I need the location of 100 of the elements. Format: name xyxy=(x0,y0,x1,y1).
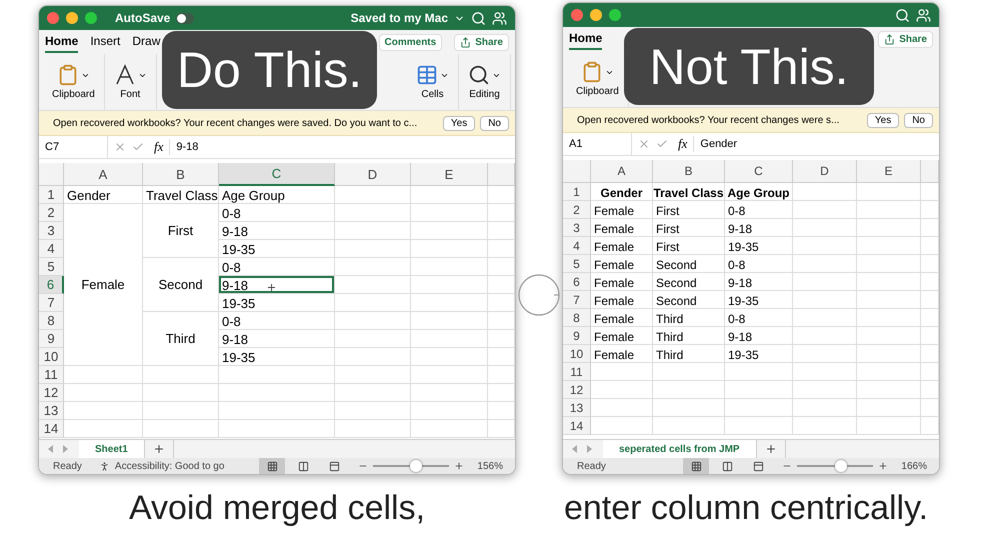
ribbon-tab[interactable]: Draw xyxy=(132,31,160,53)
message-text: Open recovered workbooks? Your recent changes were s... xyxy=(577,114,840,126)
zoom-icon[interactable] xyxy=(85,12,97,24)
table-cell xyxy=(857,201,921,219)
ribbon-group-label[interactable]: Cells xyxy=(421,89,444,100)
column-header[interactable]: A xyxy=(64,163,143,186)
caption-text: enter column centrically. xyxy=(562,488,930,529)
ribbon-tab[interactable]: Insert xyxy=(90,31,120,53)
message-button[interactable]: No xyxy=(904,112,933,128)
row-header[interactable]: 9 xyxy=(563,327,591,345)
table-cell xyxy=(725,417,793,435)
row-header[interactable]: 3 xyxy=(563,219,591,237)
column-header[interactable]: E xyxy=(411,163,488,186)
share-button[interactable]: Share xyxy=(878,30,933,48)
minimize-icon[interactable] xyxy=(590,9,602,21)
search-icon[interactable] xyxy=(471,10,486,26)
row-header[interactable]: 11 xyxy=(39,366,64,384)
column-header[interactable]: A xyxy=(591,160,653,183)
name-box[interactable]: C7 xyxy=(39,136,108,158)
table-cell xyxy=(921,417,939,435)
row-header[interactable]: 5 xyxy=(563,255,591,273)
zoom-in-icon[interactable] xyxy=(878,461,888,471)
row-header[interactable]: 12 xyxy=(563,381,591,399)
ribbon-group-label[interactable]: Editing xyxy=(469,89,500,100)
row-header[interactable]: 13 xyxy=(39,402,64,420)
row-header[interactable]: 13 xyxy=(563,399,591,417)
page-icon xyxy=(752,460,764,472)
row-header[interactable]: 14 xyxy=(39,420,64,438)
column-header[interactable]: D xyxy=(793,160,857,183)
row-header[interactable]: 6 xyxy=(563,273,591,291)
column-header[interactable]: E xyxy=(857,160,921,183)
table-cell xyxy=(488,420,515,438)
zoom-in-icon[interactable] xyxy=(454,461,464,471)
table-cell xyxy=(793,399,857,417)
comments-button[interactable]: Comments xyxy=(378,34,442,50)
row-header[interactable]: 3 xyxy=(39,222,64,240)
status-text: Ready xyxy=(53,460,82,472)
letter-icon xyxy=(114,64,136,86)
zoom-icon[interactable] xyxy=(609,9,621,21)
message-button[interactable]: No xyxy=(480,116,509,130)
row-header[interactable]: 2 xyxy=(39,204,64,222)
formula-field[interactable]: Gender xyxy=(694,138,939,150)
column-header[interactable]: C xyxy=(725,160,793,183)
row-header[interactable]: 7 xyxy=(39,294,64,312)
table-cell xyxy=(921,237,939,255)
row-header[interactable]: 2 xyxy=(563,201,591,219)
column-header[interactable]: D xyxy=(335,163,411,186)
row-header[interactable]: 10 xyxy=(563,345,591,363)
function-label[interactable]: fx xyxy=(148,139,170,155)
table-cell xyxy=(921,255,939,273)
row-header[interactable]: 8 xyxy=(563,309,591,327)
people-icon[interactable] xyxy=(916,8,931,22)
ribbon-group-label[interactable]: Clipboard xyxy=(576,86,619,97)
row-header[interactable]: 10 xyxy=(39,348,64,366)
sheet-tab[interactable]: Sheet1 xyxy=(79,440,145,458)
accessibility-status[interactable]: Accessibility: Good to go xyxy=(114,460,224,472)
column-header[interactable]: C xyxy=(219,163,335,186)
row-header[interactable]: 1 xyxy=(563,183,591,201)
table-cell xyxy=(488,204,515,222)
table-cell xyxy=(921,345,939,363)
row-header[interactable]: 8 xyxy=(39,312,64,330)
table-cell xyxy=(921,291,939,309)
search-icon[interactable] xyxy=(895,8,910,22)
table-cell xyxy=(793,363,857,381)
row-header[interactable]: 14 xyxy=(563,417,591,435)
ribbon-group-label[interactable]: Clipboard xyxy=(52,89,95,100)
table-cell xyxy=(488,294,515,312)
row-header[interactable]: 4 xyxy=(39,240,64,258)
table-cell xyxy=(488,384,515,402)
message-button[interactable]: Yes xyxy=(442,116,476,130)
share-icon xyxy=(460,36,472,48)
slider-thumb[interactable] xyxy=(410,460,422,472)
normal-view-button[interactable] xyxy=(683,458,710,474)
message-button[interactable]: Yes xyxy=(866,112,900,128)
row-header[interactable]: 11 xyxy=(563,363,591,381)
row-header[interactable]: 5 xyxy=(39,258,64,276)
sheet-tab[interactable]: seperated cells from JMP xyxy=(603,440,757,458)
row-header[interactable]: 12 xyxy=(39,384,64,402)
table-cell xyxy=(488,222,515,240)
row-header[interactable]: 4 xyxy=(563,237,591,255)
ribbon-group-label[interactable]: Font xyxy=(120,89,140,100)
function-label[interactable]: fx xyxy=(672,136,694,152)
autosave-toggle[interactable] xyxy=(176,12,194,24)
column-header[interactable]: B xyxy=(653,160,725,183)
normal-view-button[interactable] xyxy=(259,458,286,474)
people-icon[interactable] xyxy=(492,10,507,26)
slider-thumb[interactable] xyxy=(834,460,847,472)
table-cell xyxy=(921,273,939,291)
share-button[interactable]: Share xyxy=(454,34,509,50)
row-header[interactable]: 1 xyxy=(39,186,64,204)
column-header[interactable]: B xyxy=(143,163,219,186)
table-cell xyxy=(488,240,515,258)
row-header[interactable]: 7 xyxy=(563,291,591,309)
name-box[interactable]: A1 xyxy=(563,133,632,155)
minimize-icon[interactable] xyxy=(66,12,78,24)
table-cell xyxy=(488,312,515,330)
table-cell xyxy=(921,201,939,219)
formula-field[interactable]: 9-18 xyxy=(170,141,515,153)
row-header[interactable]: 9 xyxy=(39,330,64,348)
row-header[interactable]: 6 xyxy=(39,276,64,294)
